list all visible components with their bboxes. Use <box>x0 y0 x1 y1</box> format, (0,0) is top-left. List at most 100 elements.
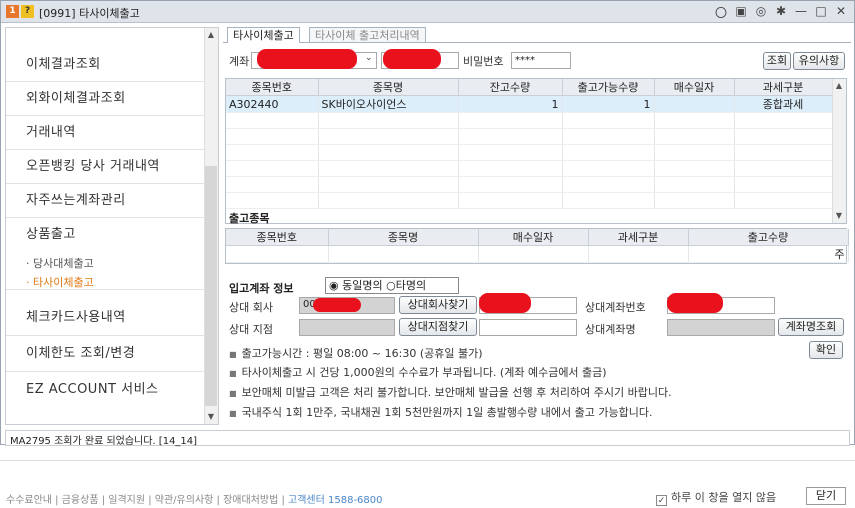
find-branch-button[interactable]: 상대지점찾기 <box>399 318 477 336</box>
deposit-title: 입고계좌 정보 <box>229 282 294 295</box>
find-company-button[interactable]: 상대회사찾기 <box>399 296 477 314</box>
note-4: ■ 국내주식 1회 1만주, 국내채권 1회 5천만원까지 1일 총발행수량 내에… <box>229 406 653 419</box>
holdings-grid: 종목번호 종목명 잔고수량 출고가능수량 매수일자 과세구분 A302440 S… <box>225 78 847 224</box>
holdings-col-balance: 잔고수량 <box>458 79 563 96</box>
table-row[interactable]: A302440 SK바이오사이언스 1 1 종합과세 <box>226 95 833 113</box>
search-button[interactable]: 조회 <box>763 52 791 70</box>
transfer-title: 출고종목 <box>229 212 270 225</box>
sidebar-item-ez-account[interactable]: EZ ACCOUNT 서비스 <box>6 372 204 408</box>
cell-balance: 1 <box>458 95 563 113</box>
maximize-icon[interactable]: □ <box>814 4 828 21</box>
account-no-label: 상대계좌번호 <box>585 301 646 314</box>
account-name-button[interactable]: 계좌명조회 <box>778 318 844 336</box>
transfer-col-code: 종목번호 <box>226 229 329 246</box>
notice-button[interactable]: 유의사항 <box>793 52 845 70</box>
redacted-account <box>257 49 357 69</box>
cell-buy-date <box>654 95 735 113</box>
footer: 수수료안내 | 금융상품 | 일격지원 | 약관/유의사항 | 장애대처방법 |… <box>0 460 855 508</box>
table-row[interactable] <box>226 128 833 145</box>
note-2: ■ 타사이체출고 시 건당 1,000원의 수수료가 부과됩니다. (계좌 예수금… <box>229 366 607 379</box>
close-button[interactable]: 닫기 <box>806 487 846 505</box>
table-row[interactable] <box>226 192 833 209</box>
tab-divider <box>223 42 851 43</box>
password-input[interactable] <box>511 52 571 69</box>
screen-icon[interactable]: ▣ <box>734 4 748 21</box>
table-row[interactable] <box>226 144 833 161</box>
status-bar: MA2795 조회가 완료 되었습니다. [14_14] <box>5 430 850 447</box>
main-panel: 타사이체출고 타사이체 출고처리내역 계좌 ⌄ 비밀번호 조회 유의사항 종목번… <box>223 27 851 427</box>
window-controls: 〇 ▣ ◎ ✱ — □ ✕ <box>714 4 848 21</box>
sidebar-item-openbanking[interactable]: 오픈뱅킹 당사 거래내역 <box>6 150 204 184</box>
sidebar-item-transactions[interactable]: 거래내역 <box>6 116 204 150</box>
footer-links[interactable]: 수수료안내 | 금융상품 | 일격지원 | 약관/유의사항 | 장애대처방법 |… <box>6 491 383 506</box>
holdings-col-available: 출고가능수량 <box>562 79 655 96</box>
camera-icon[interactable]: ◎ <box>754 4 768 21</box>
minimize-icon[interactable]: — <box>794 4 808 21</box>
checkbox-icon[interactable]: ✓ <box>656 495 667 506</box>
company-label: 상대 회사 <box>229 301 273 314</box>
holdings-col-name: 종목명 <box>318 79 459 96</box>
tab-transfer-history[interactable]: 타사이체 출고처리내역 <box>309 27 426 43</box>
cell-available: 1 <box>562 95 655 113</box>
scroll-up-icon[interactable]: ▲ <box>204 28 218 42</box>
radio-same-owner[interactable]: ◉ 동일명의 <box>329 279 383 292</box>
account-label: 계좌 <box>229 55 250 68</box>
table-row[interactable] <box>226 176 833 193</box>
holdings-col-code: 종목번호 <box>226 79 319 96</box>
sidebar-item-label: 상품출고 <box>26 227 76 242</box>
scroll-thumb[interactable] <box>205 166 217 406</box>
scroll-down-icon[interactable]: ▼ <box>832 209 846 223</box>
scroll-up-icon[interactable]: ▲ <box>832 79 846 93</box>
sidebar-scrollbar[interactable]: ▲ ▼ <box>204 28 218 424</box>
account-name-label: 상대계좌명 <box>585 323 636 336</box>
sidebar: 이체결과조회 외화이체결과조회 거래내역 오픈뱅킹 당사 거래내역 자주쓰는계좌… <box>5 27 219 425</box>
sidebar-item-checkcard[interactable]: 체크카드사용내역 <box>6 300 204 336</box>
sidebar-subitem-external[interactable]: · 타사이체출고 <box>26 274 94 290</box>
sidebar-subitem-internal[interactable]: · 당사대체출고 <box>26 255 94 271</box>
transfer-grid: 종목번호 종목명 매수일자 과세구분 출고수량 주 <box>225 228 849 264</box>
sidebar-item-frequent-accounts[interactable]: 자주쓰는계좌관리 <box>6 184 204 218</box>
confirm-button[interactable]: 확인 <box>809 341 843 359</box>
transfer-col-buy-date: 매수일자 <box>478 229 589 246</box>
radio-other-owner[interactable]: ○타명의 <box>386 279 426 292</box>
branch-label: 상대 지점 <box>229 323 273 336</box>
note-3: ■ 보안매체 미발급 고객은 처리 불가합니다. 보안매체 발급을 선행 후 처리… <box>229 386 672 399</box>
account-name-output <box>667 319 775 336</box>
transfer-col-qty: 출고수량 <box>688 229 849 246</box>
scroll-down-icon[interactable]: ▼ <box>204 410 218 424</box>
cell-qty-unit: 주 <box>688 245 849 263</box>
table-row[interactable] <box>226 112 833 129</box>
cell-code: A302440 <box>226 95 319 113</box>
holdings-col-buy-date: 매수일자 <box>654 79 735 96</box>
cell-name: SK바이오사이언스 <box>318 95 459 113</box>
copy-icon[interactable]: 〇 <box>714 4 728 21</box>
sidebar-item-transfer-limit[interactable]: 이체한도 조회/변경 <box>6 336 204 372</box>
holdings-scrollbar[interactable]: ▲ ▼ <box>832 79 846 223</box>
settings-icon[interactable]: ✱ <box>774 4 788 21</box>
sidebar-item-transfer-result[interactable]: 이체결과조회 <box>6 48 204 82</box>
window-title: [0991] 타사이체출고 <box>39 7 140 20</box>
app-icon: 1 <box>6 5 19 18</box>
title-bar: 1 ? [0991] 타사이체출고 〇 ▣ ◎ ✱ — □ ✕ <box>1 1 854 23</box>
redacted-account-no <box>667 293 723 313</box>
branch-code-field <box>299 319 395 336</box>
redacted-company <box>313 298 361 312</box>
branch-name-field <box>479 319 577 336</box>
table-row[interactable]: 주 <box>226 245 849 263</box>
help-icon[interactable]: ? <box>21 5 34 18</box>
redacted-company-name <box>479 293 531 313</box>
table-row[interactable] <box>226 160 833 177</box>
sidebar-item-fx-transfer-result[interactable]: 외화이체결과조회 <box>6 82 204 116</box>
main-window: 1 ? [0991] 타사이체출고 〇 ▣ ◎ ✱ — □ ✕ 이체결과조회 외… <box>0 0 855 447</box>
holdings-col-tax: 과세구분 <box>734 79 833 96</box>
transfer-col-tax: 과세구분 <box>588 229 689 246</box>
note-1: ■ 출고가능시간 : 평일 08:00 ~ 16:30 (공휴일 불가) <box>229 347 483 360</box>
chevron-down-icon[interactable]: ⌄ <box>365 53 373 63</box>
tab-external-transfer[interactable]: 타사이체출고 <box>227 27 300 43</box>
transfer-col-name: 종목명 <box>328 229 479 246</box>
close-icon[interactable]: ✕ <box>834 4 848 21</box>
cell-tax: 종합과세 <box>734 95 833 113</box>
owner-radio-group: ◉ 동일명의 ○타명의 <box>325 277 459 294</box>
dont-show-checkbox[interactable]: ✓ 하루 이 창을 열지 않음 <box>656 489 776 506</box>
password-label: 비밀번호 <box>463 55 504 68</box>
